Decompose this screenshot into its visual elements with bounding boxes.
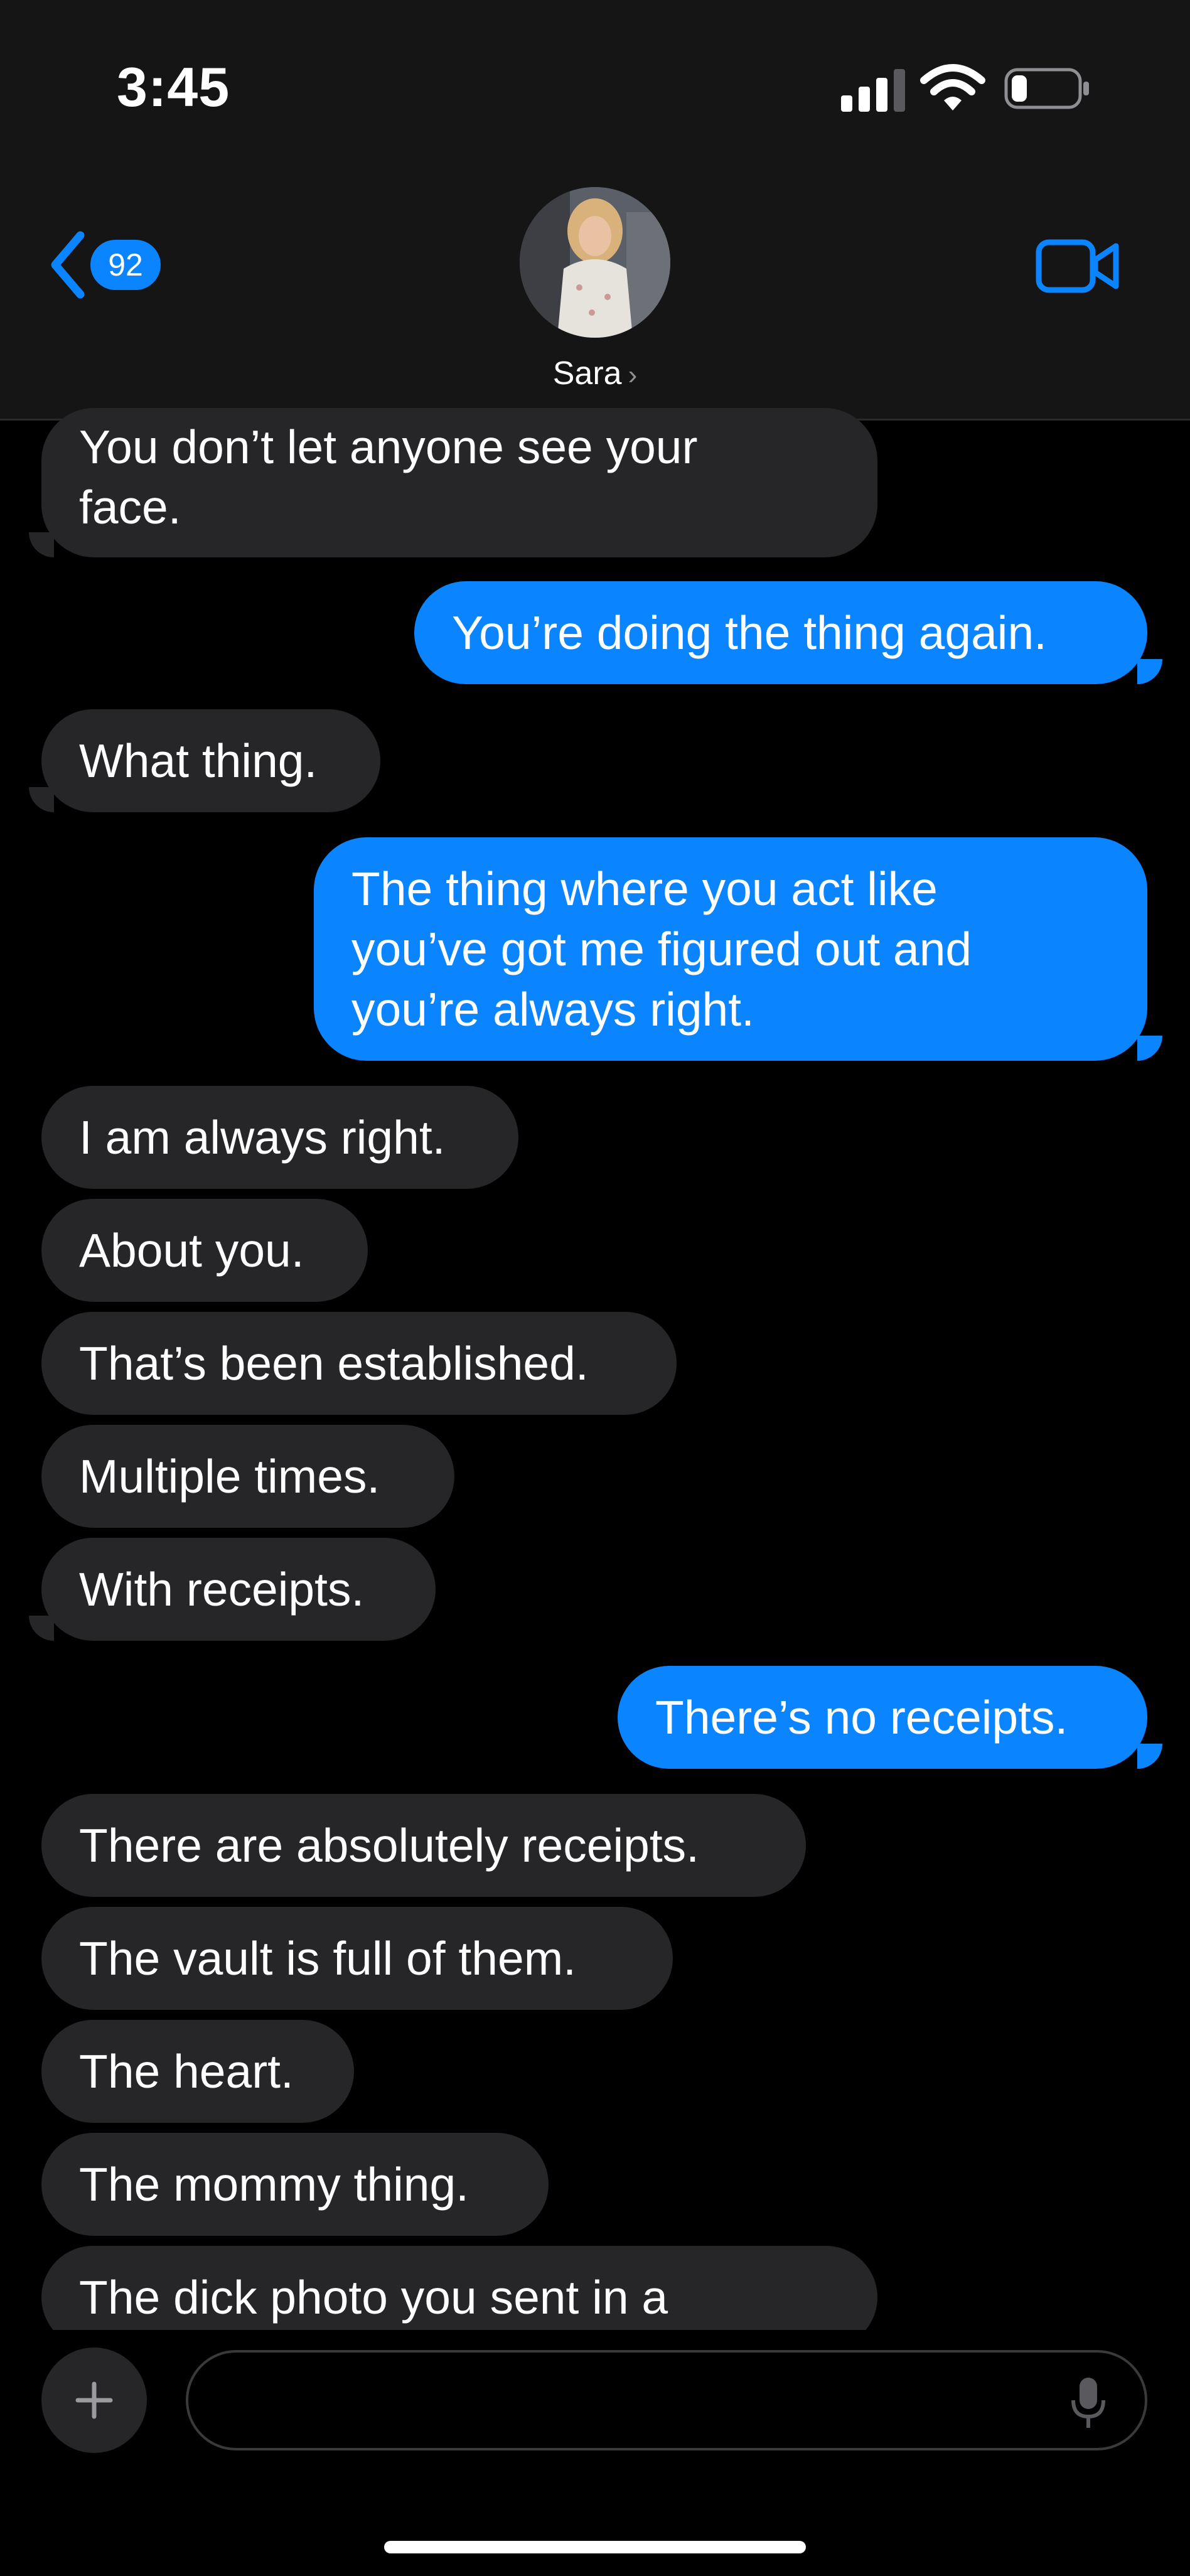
message-bubble-incoming[interactable]: That’s been established. [41,1312,677,1415]
message-bubble-outgoing[interactable]: The thing where you act like you’ve got … [314,837,1147,1061]
message-bubble-incoming[interactable]: The vault is full of them. [41,1907,673,2010]
bubble-tail [29,787,54,812]
battery-icon [1004,68,1089,109]
message-bubble-incoming[interactable]: You don’t let anyone see your face. [41,408,877,557]
contact-avatar[interactable] [520,187,670,338]
bubble-tail [1137,1744,1162,1769]
contact-name-button[interactable]: Sara › [0,355,1190,392]
wifi-icon [920,64,985,110]
status-time: 3:45 [117,56,230,118]
back-button[interactable]: 92 [49,227,161,303]
message-bubble-incoming[interactable]: With receipts. [41,1538,436,1641]
bubble-tail [1137,659,1162,684]
message-bubble-incoming[interactable]: Multiple times. [41,1425,454,1528]
unread-count-badge: 92 [90,240,161,290]
bubble-tail [29,1616,54,1641]
bubble-tail [1137,1036,1162,1061]
plus-icon [75,2381,113,2419]
contact-name: Sara [552,355,622,392]
chevron-right-icon: › [628,360,638,390]
message-input-field[interactable] [186,2350,1147,2450]
avatar-photo [520,187,670,338]
message-bubble-outgoing[interactable]: There’s no receipts. [618,1666,1147,1769]
message-bubble-incoming[interactable]: About you. [41,1199,368,1302]
message-bubble-incoming[interactable]: What thing. [41,709,380,812]
message-bubble-outgoing[interactable]: You’re doing the thing again. [414,581,1147,684]
message-bubble-incoming[interactable]: The heart. [41,2020,354,2123]
message-bubble-incoming[interactable]: The mommy thing. [41,2133,549,2236]
bubble-tail [29,532,54,557]
signal-icon [841,69,906,112]
microphone-icon[interactable] [1069,2376,1107,2429]
message-bubble-incoming[interactable]: I am always right. [41,1086,518,1189]
add-attachment-button[interactable] [41,2348,147,2453]
home-indicator[interactable] [384,2541,806,2553]
message-bubble-incoming[interactable]: There are absolutely receipts. [41,1794,806,1897]
back-chevron-icon [51,231,85,299]
message-input[interactable] [213,2371,1032,2433]
video-camera-icon[interactable] [1036,237,1121,295]
